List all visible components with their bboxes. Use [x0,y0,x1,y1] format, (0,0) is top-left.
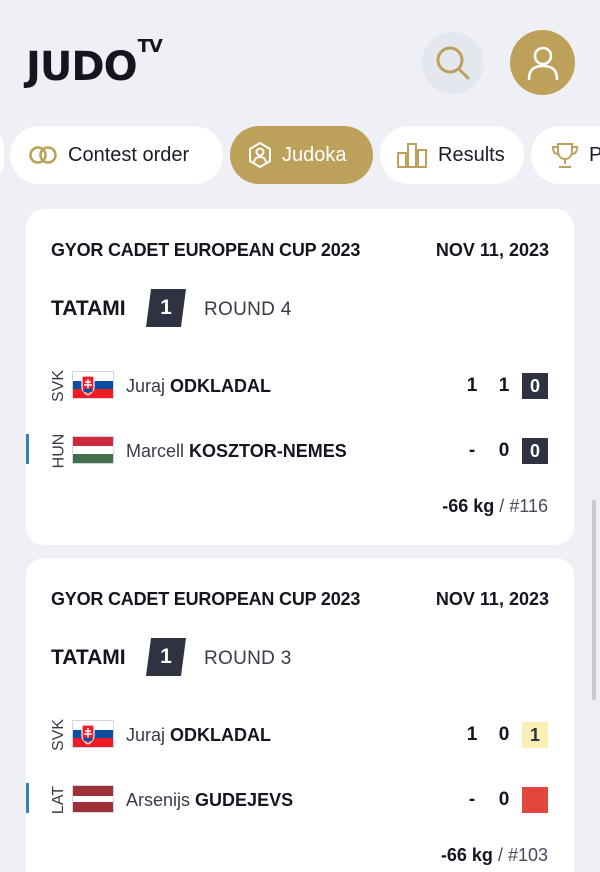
country-code: SVK [50,369,68,403]
scrollbar[interactable] [592,500,596,700]
app-header: JUDOTV [0,0,600,120]
tab-podium-label: P [589,143,600,166]
fighter-row-blue[interactable]: LAT Arsenijs GUDEJEVS - 0 [26,777,574,821]
judotv-logo[interactable]: JUDOTV [26,36,163,90]
round-label: ROUND 3 [204,648,292,669]
red-card-badge [522,787,548,813]
tab-results-label: Results [438,143,505,166]
tab-contest-order-label: Contest order [68,143,190,166]
shido-badge: 0 [522,438,548,464]
fighter-name: Juraj ODKLADAL [126,725,272,745]
latvia-flag-icon [72,785,114,813]
tab-podium[interactable]: P [531,126,600,184]
score-ippon: 1 [466,724,478,745]
shido-badge: 1 [522,722,548,748]
weight-and-contest-number: -66 kg / #116 [442,496,548,516]
country-code: LAT [50,785,67,815]
bars-icon [396,141,428,169]
weight-and-contest-number: -66 kg / #103 [440,845,548,865]
score-ippon: 1 [466,375,478,396]
tab-judoka[interactable]: Judoka [230,126,373,184]
hungary-flag-icon [72,436,114,464]
score-waza-ari: 0 [498,724,510,745]
tatami-number: 1 [146,289,186,327]
round-label: ROUND 4 [204,299,292,320]
tatami-label: TATAMI [51,646,126,669]
country-code: HUN [50,433,68,469]
fighter-row-white[interactable]: SVK Juraj ODKLADAL 1 1 0 [26,363,574,407]
contest-card[interactable]: GYOR CADET EUROPEAN CUP 2023 NOV 11, 202… [26,209,574,545]
fighter-name: Marcell KOSZTOR-NEMES [126,441,347,461]
score-ippon: - [468,789,476,810]
slovakia-flag-icon [72,371,114,399]
tatami-number: 1 [146,638,186,676]
slovakia-flag-icon [72,720,114,748]
fighter-name: Arsenijs GUDEJEVS [126,790,294,810]
tab-previous[interactable] [0,126,4,184]
score-waza-ari: 0 [498,789,510,810]
tatami-label: TATAMI [51,297,126,320]
tab-results[interactable]: Results [380,126,524,184]
search-icon [436,46,470,80]
blue-judogi-marker [26,783,29,813]
country-code: SVK [50,718,68,752]
shido-badge: 0 [522,373,548,399]
score-ippon: - [468,440,476,461]
fighter-name: Juraj ODKLADAL [126,376,272,396]
tab-contest-order[interactable]: Contest order [10,126,223,184]
contest-list[interactable]: GYOR CADET EUROPEAN CUP 2023 NOV 11, 202… [0,200,600,872]
tab-bar: Contest order Judoka Results P [0,126,600,186]
score-waza-ari: 0 [498,440,510,461]
tab-judoka-label: Judoka [282,143,347,166]
rings-icon [28,144,58,166]
trophy-icon [551,141,579,169]
event-date: NOV 11, 2023 [435,240,549,260]
event-date: NOV 11, 2023 [435,589,549,609]
event-name: GYOR CADET EUROPEAN CUP 2023 [51,589,361,609]
fighter-row-white[interactable]: SVK Juraj ODKLADAL 1 0 1 [26,712,574,756]
contest-card[interactable]: GYOR CADET EUROPEAN CUP 2023 NOV 11, 202… [26,558,574,872]
fighter-row-blue[interactable]: HUN Marcell KOSZTOR-NEMES - 0 0 [26,428,574,472]
user-icon [527,46,558,80]
blue-judogi-marker [26,434,29,464]
search-button[interactable] [422,32,484,94]
score-waza-ari: 1 [498,375,510,396]
event-name: GYOR CADET EUROPEAN CUP 2023 [51,240,361,260]
judoka-icon [248,141,272,169]
account-button[interactable] [510,30,575,95]
